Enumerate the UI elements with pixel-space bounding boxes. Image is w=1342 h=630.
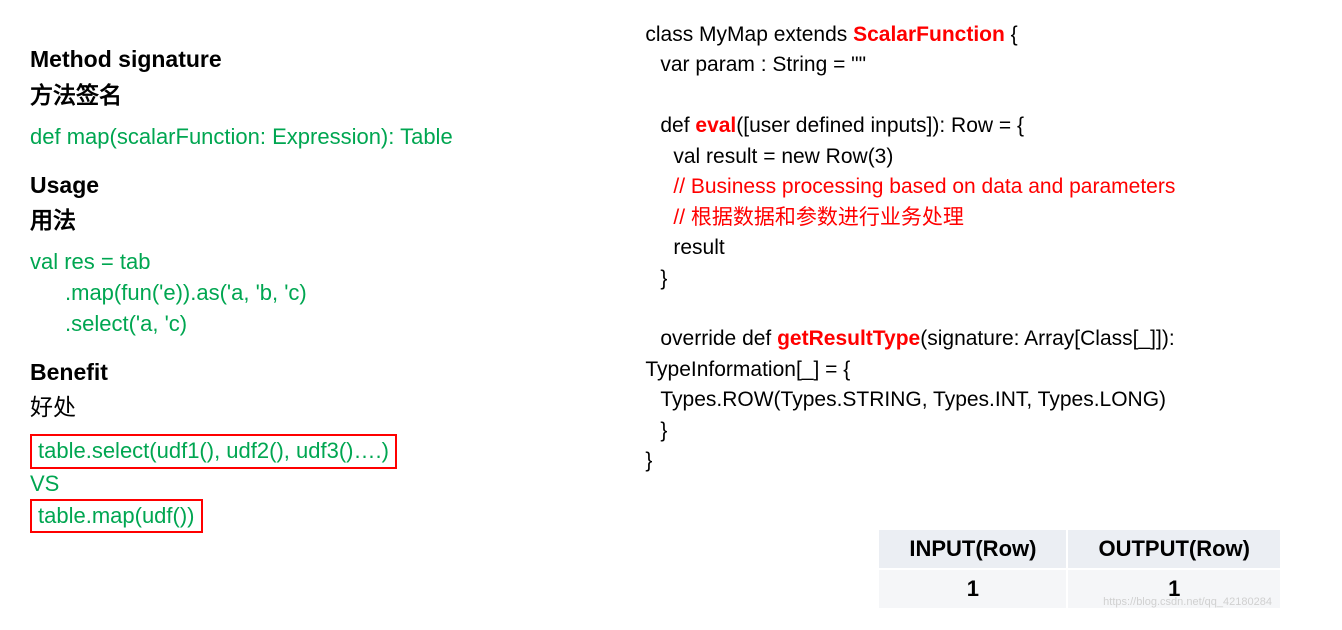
usage-line-1: val res = tab	[30, 247, 625, 278]
code-line-12: }	[645, 416, 1312, 446]
code-line-2: var param : String = ""	[645, 50, 1312, 80]
code-block: class MyMap extends ScalarFunction { var…	[645, 20, 1312, 477]
code-line-9: override def getResultType(signature: Ar…	[645, 324, 1312, 354]
usage-line-3: .select('a, 'c)	[30, 309, 625, 340]
benefit-section: Benefit 好处 table.select(udf1(), udf2(), …	[30, 358, 625, 534]
benefit-box-2: table.map(udf())	[30, 499, 203, 533]
io-table-wrapper: INPUT(Row) OUTPUT(Row) 1 1 https://blog.…	[877, 528, 1282, 610]
usage-code: val res = tab .map(fun('e)).as('a, 'b, '…	[30, 247, 625, 339]
code-line-3: def eval([user defined inputs]): Row = {	[645, 111, 1312, 141]
benefit-title-zh: 好处	[30, 388, 625, 422]
code-line-5: // Business processing based on data and…	[645, 172, 1312, 202]
table-val-input: 1	[878, 569, 1067, 609]
usage-title-en: Usage	[30, 171, 625, 200]
usage-line-2: .map(fun('e)).as('a, 'b, 'c)	[30, 278, 625, 309]
code-line-11: Types.ROW(Types.STRING, Types.INT, Types…	[645, 385, 1312, 415]
watermark-url: https://blog.csdn.net/qq_42180284	[1103, 596, 1272, 608]
benefit-box-1: table.select(udf1(), udf2(), udf3()….)	[30, 434, 397, 468]
code-line-1: class MyMap extends ScalarFunction {	[645, 20, 1312, 50]
benefit-title-en: Benefit	[30, 358, 625, 387]
code-blank-1	[645, 81, 1312, 111]
right-column: class MyMap extends ScalarFunction { var…	[645, 20, 1312, 610]
code-line-8: }	[645, 264, 1312, 294]
benefit-vs: VS	[30, 471, 625, 497]
code-line-6: // 根据数据和参数进行业务处理	[645, 203, 1312, 233]
usage-section: Usage 用法 val res = tab .map(fun('e)).as(…	[30, 171, 625, 340]
signature-code: def map(scalarFunction: Expression): Tab…	[30, 122, 625, 153]
code-line-10: TypeInformation[_] = {	[645, 355, 1312, 385]
table-head-input: INPUT(Row)	[878, 529, 1067, 569]
code-line-7: result	[645, 233, 1312, 263]
method-signature-section: Method signature 方法签名 def map(scalarFunc…	[30, 45, 625, 153]
method-signature-title-en: Method signature	[30, 45, 625, 74]
code-line-4: val result = new Row(3)	[645, 142, 1312, 172]
left-column: Method signature 方法签名 def map(scalarFunc…	[30, 20, 645, 610]
code-blank-2	[645, 294, 1312, 324]
code-line-13: }	[645, 446, 1312, 476]
table-head-output: OUTPUT(Row)	[1067, 529, 1281, 569]
usage-title-zh: 用法	[30, 201, 625, 235]
method-signature-title-zh: 方法签名	[30, 76, 625, 110]
